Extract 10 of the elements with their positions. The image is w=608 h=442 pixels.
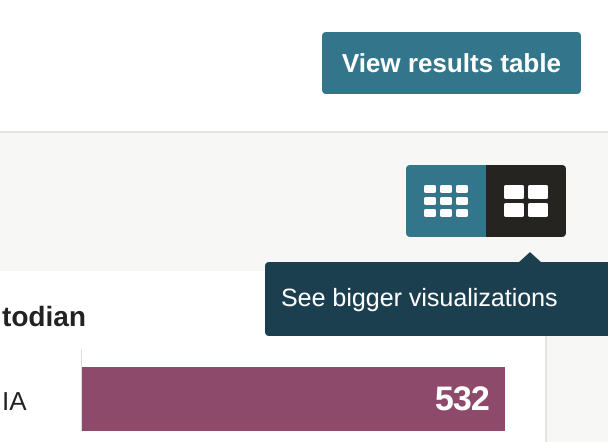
view-toggle-button[interactable] xyxy=(406,165,486,237)
tooltip: See bigger visualizations xyxy=(265,262,608,336)
view-results-table-button[interactable]: View results table xyxy=(322,32,581,94)
row-label: IA xyxy=(2,385,28,418)
view-toggle-button[interactable] xyxy=(486,165,566,237)
grid-icon xyxy=(424,185,468,217)
grid-icon xyxy=(504,185,548,217)
bar-value: 532 xyxy=(434,378,489,420)
tooltip-arrow xyxy=(519,252,541,262)
card-title: todian xyxy=(2,303,87,331)
